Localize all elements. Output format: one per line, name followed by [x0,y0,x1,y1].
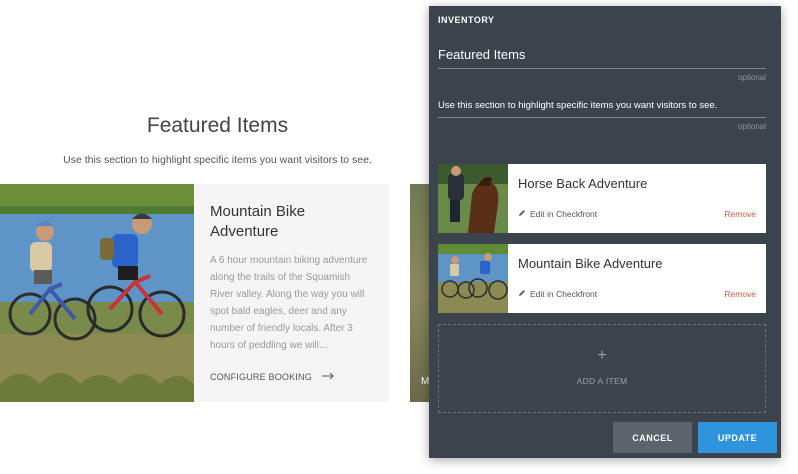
panel-header: INVENTORY [438,15,495,25]
add-item-button[interactable]: + ADD A ITEM [438,324,766,413]
item-info: Horse Back Adventure Edit in Checkfront … [508,164,766,233]
item-name: Mountain Bike Adventure [518,256,663,271]
configure-booking-link[interactable]: CONFIGURE BOOKING [210,372,334,382]
inventory-item[interactable]: Horse Back Adventure Edit in Checkfront … [438,164,766,233]
remove-item-button[interactable]: Remove [724,289,756,299]
title-field-underline [438,68,766,69]
description-field-underline [438,117,766,118]
configure-booking-label: CONFIGURE BOOKING [210,372,312,382]
card-title: Mountain Bike Adventure [210,203,306,240]
inventory-item[interactable]: Mountain Bike Adventure Edit in Checkfro… [438,244,766,313]
pencil-icon [518,289,526,299]
item-name: Horse Back Adventure [518,176,648,191]
edit-in-checkfront-link[interactable]: Edit in Checkfront [518,209,597,219]
horse-thumbnail [438,164,508,233]
item-info: Mountain Bike Adventure Edit in Checkfro… [508,244,766,313]
pencil-icon [518,209,526,219]
update-button[interactable]: UPDATE [698,422,777,453]
title-field[interactable]: Featured Items [438,47,525,62]
cancel-button[interactable]: CANCEL [613,422,692,453]
featured-item-card: Mountain Bike Adventure A 6 hour mountai… [0,184,389,402]
mountain-bike-photo [0,184,194,402]
description-field-hint: optional [737,122,766,131]
remove-item-button[interactable]: Remove [724,209,756,219]
inventory-panel: INVENTORY Featured Items optional Use th… [429,6,781,458]
edit-label: Edit in Checkfront [530,289,598,299]
description-field[interactable]: Use this section to highlight specific i… [438,100,717,111]
page-subtitle: Use this section to highlight specific i… [63,154,372,166]
add-item-label: ADD A ITEM [576,376,628,386]
card-description: A 6 hour mountain biking adventure along… [210,255,368,351]
title-field-hint: optional [737,73,766,82]
edit-in-checkfront-link[interactable]: Edit in Checkfront [518,289,597,299]
arrow-right-icon [321,372,334,382]
mountain-bike-thumbnail [438,244,508,313]
plus-icon: + [597,347,607,364]
card-body: Mountain Bike Adventure A 6 hour mountai… [194,184,389,402]
page-title: Featured Items [146,114,289,137]
edit-label: Edit in Checkfront [530,209,598,219]
